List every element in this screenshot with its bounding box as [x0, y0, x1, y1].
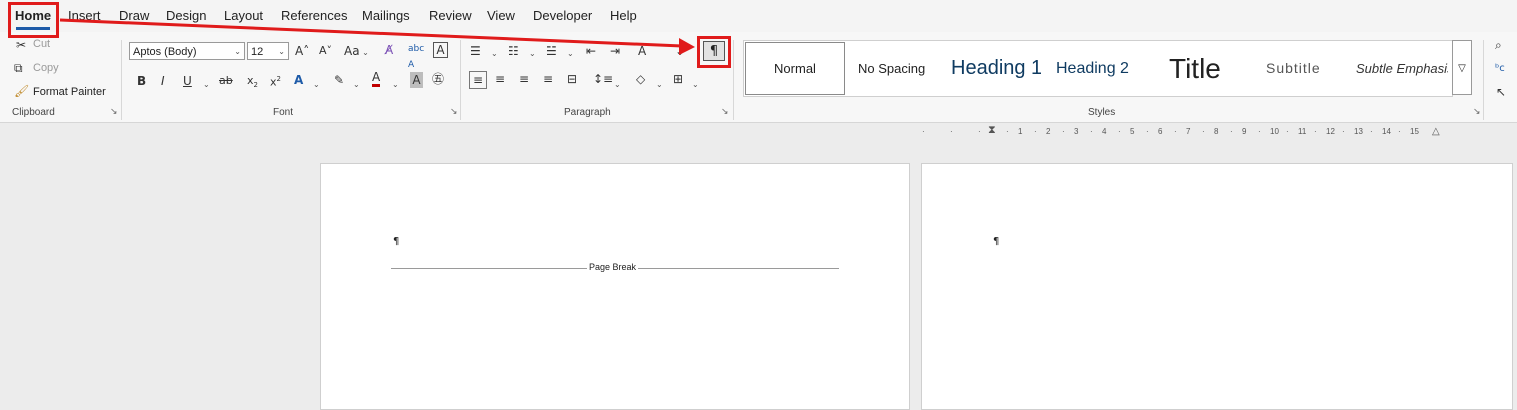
page-break-label: Page Break [587, 262, 639, 272]
paragraph-mark: ¶ [393, 236, 400, 247]
document-page-2[interactable]: ¶ [921, 163, 1513, 410]
document-page-1[interactable]: ¶ Page Break [320, 163, 910, 410]
paragraph-mark: ¶ [993, 236, 1000, 247]
annotation-arrow [59, 18, 695, 55]
